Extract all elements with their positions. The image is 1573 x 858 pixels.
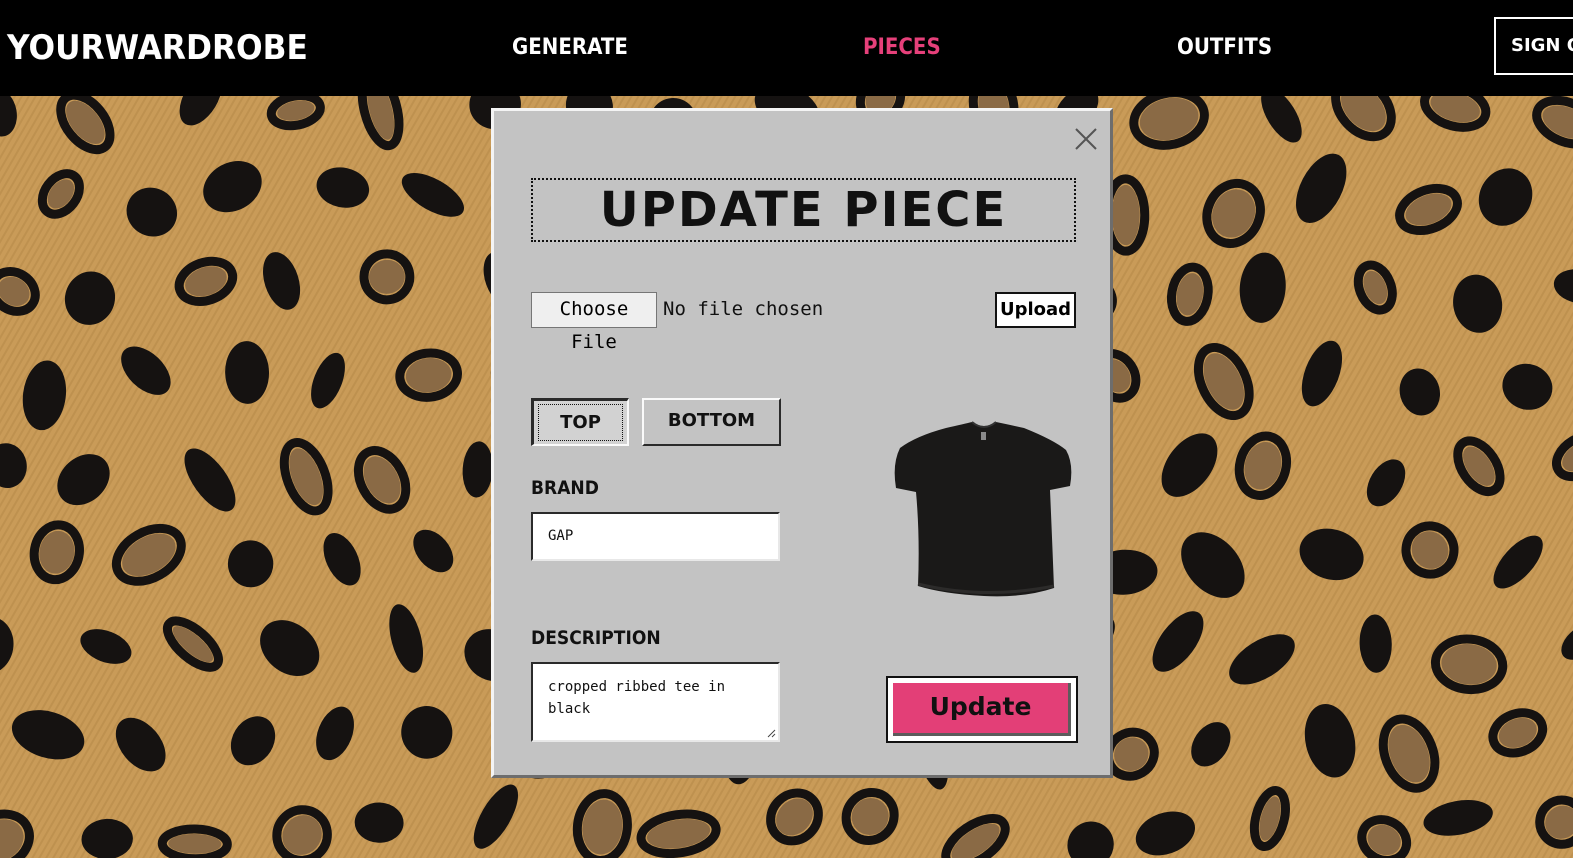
app-logo[interactable]: YOURWARDROBE bbox=[7, 26, 308, 70]
description-text: cropped ribbed tee in black bbox=[548, 679, 726, 717]
brand-label: BRAND bbox=[531, 477, 599, 499]
type-top-label: TOP bbox=[538, 404, 623, 441]
description-textarea[interactable]: cropped ribbed tee in black bbox=[531, 662, 780, 742]
nav-pieces[interactable]: PIECES bbox=[863, 34, 941, 62]
sign-out-button[interactable]: SIGN OUT bbox=[1494, 17, 1573, 75]
nav-outfits[interactable]: OUTFITS bbox=[1177, 34, 1272, 62]
type-top-button[interactable]: TOP bbox=[531, 398, 629, 446]
update-button[interactable]: Update bbox=[886, 676, 1078, 743]
update-button-label: Update bbox=[893, 683, 1071, 736]
update-piece-modal: UPDATE PIECE Choose File No file chosen … bbox=[491, 108, 1113, 778]
resize-handle-icon[interactable] bbox=[766, 728, 776, 738]
close-icon[interactable] bbox=[1073, 126, 1099, 152]
nav-generate[interactable]: GENERATE bbox=[512, 34, 628, 62]
brand-input[interactable]: GAP bbox=[531, 512, 780, 561]
description-label: DESCRIPTION bbox=[531, 627, 661, 649]
modal-title: UPDATE PIECE bbox=[531, 178, 1076, 242]
top-navigation-bar: YOURWARDROBE GENERATE PIECES OUTFITS SIG… bbox=[0, 0, 1573, 96]
file-status-text: No file chosen bbox=[663, 298, 824, 320]
upload-button[interactable]: Upload bbox=[995, 292, 1076, 328]
type-bottom-button[interactable]: BOTTOM bbox=[642, 398, 781, 446]
piece-preview-image bbox=[894, 421, 1072, 597]
choose-file-button[interactable]: Choose File bbox=[531, 292, 657, 353]
